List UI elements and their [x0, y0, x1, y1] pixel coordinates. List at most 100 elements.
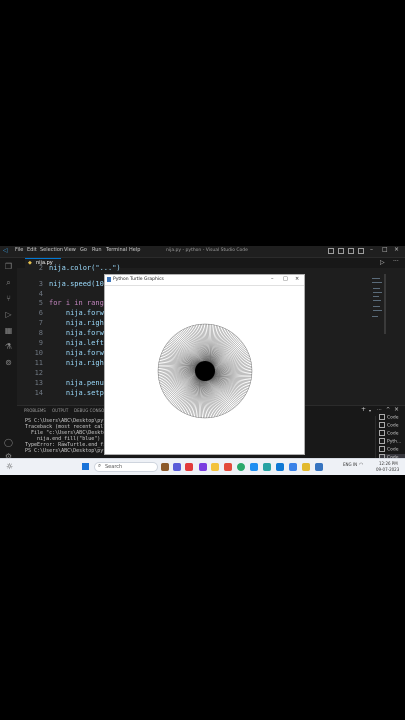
- search-icon[interactable]: ⌕: [4, 278, 13, 287]
- clock-time[interactable]: 12:26 PM: [379, 461, 398, 466]
- close-button[interactable]: ×: [394, 246, 399, 253]
- layout-sidebar-icon[interactable]: [328, 248, 334, 254]
- turtle-minimize-button[interactable]: –: [271, 276, 274, 282]
- maximize-button[interactable]: □: [382, 246, 388, 253]
- close-panel-icon[interactable]: ×: [394, 406, 399, 413]
- file-explorer-icon[interactable]: [211, 463, 219, 471]
- line-number: 5: [38, 299, 43, 307]
- more-actions-icon[interactable]: ···: [377, 407, 382, 413]
- testing-icon[interactable]: ⚗: [4, 342, 13, 351]
- terminal-item[interactable]: Pyth...: [379, 438, 401, 445]
- line-number: 4: [38, 290, 43, 298]
- app-icon[interactable]: [302, 463, 310, 471]
- tab-output[interactable]: OUTPUT: [52, 408, 68, 413]
- vscode-taskbar-icon[interactable]: [250, 463, 258, 471]
- menu-terminal[interactable]: Terminal: [106, 247, 127, 253]
- menu-run[interactable]: Run: [92, 247, 102, 253]
- more-actions-icon[interactable]: ···: [393, 258, 399, 265]
- run-icon[interactable]: ▷: [380, 259, 385, 266]
- windows-start-icon[interactable]: [82, 463, 89, 470]
- terminal-line: PS C:\Users\ABC\Desktop\pytho: [25, 448, 113, 454]
- python-taskbar-icon[interactable]: [315, 463, 323, 471]
- chevron-down-icon[interactable]: ▾: [369, 408, 371, 413]
- terminal-item-label: Code: [387, 431, 399, 437]
- extensions-icon[interactable]: ▦: [4, 326, 13, 335]
- line-number: 12: [34, 369, 43, 377]
- remote-icon[interactable]: ⊚: [4, 358, 13, 367]
- app-icon[interactable]: [289, 463, 297, 471]
- line-number: 10: [34, 349, 43, 357]
- terminal-icon: [379, 422, 385, 428]
- line-number: 14: [34, 389, 43, 397]
- terminal-icon: [379, 414, 385, 420]
- code-line: nija.right(: [49, 359, 113, 367]
- spirograph-center: [195, 361, 215, 381]
- menu-help[interactable]: Help: [129, 247, 140, 253]
- turtle-graphics-window[interactable]: Python Turtle Graphics – □ ×: [104, 274, 305, 455]
- account-icon[interactable]: ◯: [4, 438, 13, 447]
- line-number: 13: [34, 379, 43, 387]
- terminal-item[interactable]: Code: [379, 414, 399, 421]
- weather-icon[interactable]: ☼: [6, 462, 13, 471]
- terminal-icon: [379, 430, 385, 436]
- turtle-window-title: Python Turtle Graphics: [113, 277, 164, 282]
- explorer-icon[interactable]: ❐: [4, 262, 13, 271]
- minimize-button[interactable]: –: [370, 246, 373, 253]
- terminal-item[interactable]: Code: [379, 446, 399, 453]
- turtle-close-button[interactable]: ×: [295, 276, 299, 282]
- wifi-icon[interactable]: ◠: [359, 462, 363, 468]
- run-debug-icon[interactable]: ▷: [4, 310, 13, 319]
- youtube-icon[interactable]: [185, 463, 193, 471]
- search-placeholder: Search: [105, 464, 123, 470]
- turtle-maximize-button[interactable]: □: [283, 276, 288, 282]
- code-line: nija.penup(: [49, 379, 113, 387]
- search-icon: ⌕: [98, 463, 102, 469]
- app-icon[interactable]: [224, 463, 232, 471]
- line-number: 7: [38, 319, 43, 327]
- app-icon[interactable]: [199, 463, 207, 471]
- taskbar-search[interactable]: ⌕ Search: [94, 462, 158, 472]
- menu-edit[interactable]: Edit: [27, 247, 37, 253]
- code-line: nija.speed(10): [49, 280, 109, 288]
- title-bar: ◁ File Edit Selection View Go Run Termin…: [0, 246, 405, 258]
- menu-selection[interactable]: Selection: [40, 247, 63, 253]
- menu-file[interactable]: File: [15, 247, 23, 253]
- activity-bar: ❐ ⌕ ⑂ ▷ ▦ ⚗ ⊚ ◯ ⚙: [0, 258, 17, 463]
- new-terminal-icon[interactable]: +: [361, 406, 366, 413]
- language-indicator[interactable]: ENG IN: [343, 462, 357, 467]
- turtle-drawing-canvas: [157, 323, 253, 419]
- edge-icon[interactable]: [276, 463, 284, 471]
- menu-go[interactable]: Go: [80, 247, 87, 253]
- app-icon[interactable]: [263, 463, 271, 471]
- terminal-item-label: Pyth...: [387, 439, 402, 445]
- terminal-icon: [379, 446, 385, 452]
- layout-sidebar-right-icon[interactable]: [348, 248, 354, 254]
- terminal-item-label: Code: [387, 415, 399, 421]
- chrome-icon[interactable]: [237, 463, 245, 471]
- source-control-icon[interactable]: ⑂: [4, 294, 13, 303]
- widgets-icon[interactable]: [161, 463, 169, 471]
- line-number: 11: [34, 359, 43, 367]
- minimap[interactable]: [370, 268, 388, 348]
- code-line: nija.right(: [49, 319, 113, 327]
- taskbar: ☼ ⌕ Search ENG IN ◠ 12:26 PM 09-07-2023: [0, 458, 405, 475]
- layout-panel-icon[interactable]: [338, 248, 344, 254]
- menu-view[interactable]: View: [64, 247, 76, 253]
- line-number: 3: [38, 280, 43, 288]
- code-line: nija.left(: [49, 339, 109, 347]
- collapse-panel-icon[interactable]: ^: [386, 407, 390, 413]
- line-number: 8: [38, 329, 43, 337]
- clock-date[interactable]: 09-07-2023: [376, 467, 399, 472]
- terminal-icon: [379, 438, 385, 444]
- code-line: for i in range(: [49, 299, 113, 307]
- teams-icon[interactable]: [173, 463, 181, 471]
- terminal-list: Code Code Code Pyth... Code Code: [375, 414, 405, 463]
- code-line: nija.color("..."): [49, 264, 121, 272]
- terminal-item-label: Code: [387, 423, 399, 429]
- terminal-item-label: Code: [387, 447, 399, 453]
- terminal-item[interactable]: Code: [379, 422, 399, 429]
- terminal-item[interactable]: Code: [379, 430, 399, 437]
- tab-problems[interactable]: PROBLEMS: [24, 408, 46, 413]
- vscode-logo-icon: ◁: [3, 247, 8, 254]
- layout-customize-icon[interactable]: [358, 248, 364, 254]
